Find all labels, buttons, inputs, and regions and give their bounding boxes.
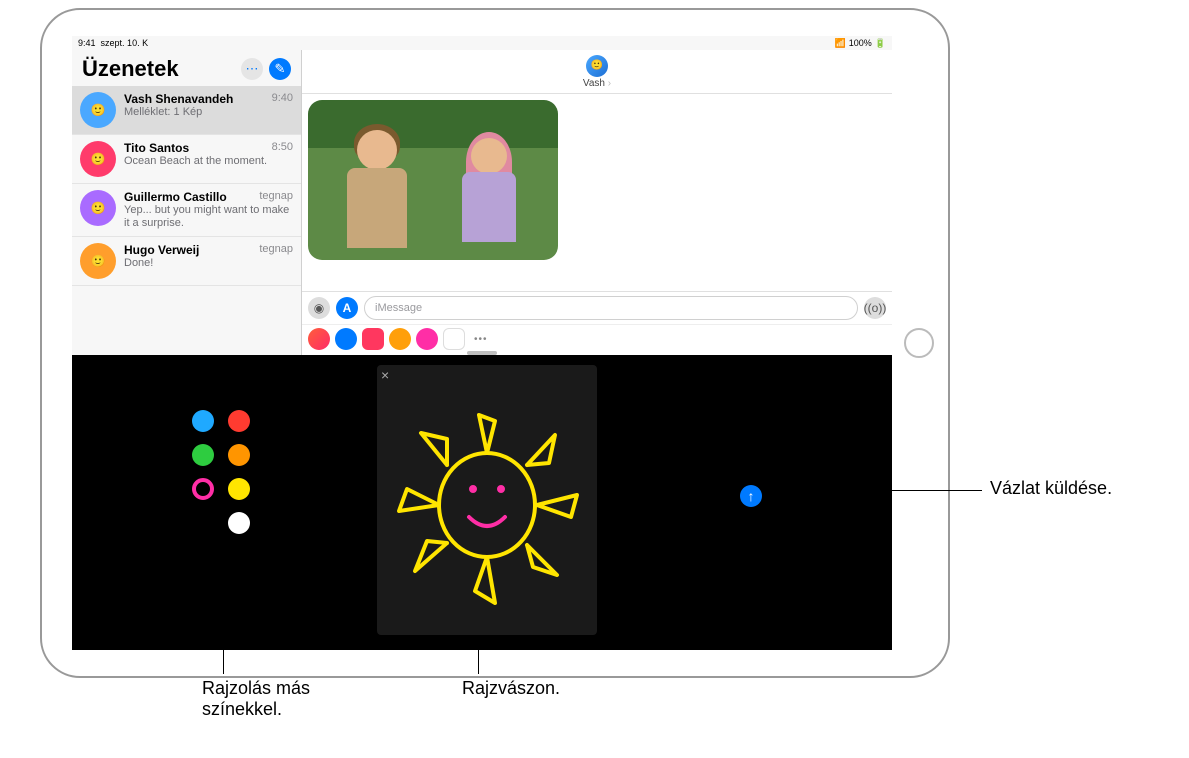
- close-icon[interactable]: ×: [381, 367, 389, 383]
- callout-line: [223, 598, 224, 674]
- compose-icon[interactable]: ✎: [269, 58, 291, 80]
- conversation-time: 8:50: [272, 141, 293, 155]
- drawer-app-icon[interactable]: [416, 328, 438, 350]
- photo-message[interactable]: [308, 100, 558, 260]
- conversation-item[interactable]: 🙂 Guillermo Castillo tegnap Yep... but yo…: [72, 184, 301, 237]
- avatar: 🙂: [80, 141, 116, 177]
- message-input-row: ◉ A iMessage ((o)): [302, 291, 892, 324]
- status-bar: 9:41 szept. 10. K 📶 100% 🔋: [72, 36, 892, 50]
- avatar: 🙂: [80, 92, 116, 128]
- conversation-list: 🙂 Vash Shenavandeh9:40 Melléklet: 1 Kép …: [72, 86, 301, 355]
- voice-icon[interactable]: ((o)): [864, 297, 886, 319]
- drawer-app-icon[interactable]: [389, 328, 411, 350]
- home-button[interactable]: [904, 328, 934, 358]
- send-button[interactable]: ↑: [740, 485, 762, 507]
- status-date: szept. 10. K: [101, 38, 149, 48]
- panel-handle[interactable]: [467, 351, 497, 355]
- drawer-app-icon[interactable]: [362, 328, 384, 350]
- sidebar: Üzenetek ⋯ ✎ 🙂 Vash Shenavandeh 9:40 Mell…: [72, 50, 302, 355]
- conversation-header[interactable]: 🙂 Vash: [302, 50, 892, 94]
- color-swatch-orange[interactable]: [228, 444, 250, 466]
- color-swatch-blue[interactable]: [192, 410, 214, 432]
- message-scroll[interactable]: [302, 94, 892, 291]
- conversation-item[interactable]: 🙂 Tito Santos 8:50 Ocean Beach at the mom…: [72, 135, 301, 184]
- drawing-canvas[interactable]: ×: [377, 365, 597, 635]
- message-input[interactable]: iMessage: [364, 296, 858, 320]
- conversation-item[interactable]: 🙂 Hugo Verweij tegnap Done!: [72, 237, 301, 286]
- camera-icon[interactable]: ◉: [308, 297, 330, 319]
- callout-send: Vázlat küldése.: [990, 478, 1112, 499]
- drawer-app-icon[interactable]: [308, 328, 330, 350]
- color-palette: [192, 410, 250, 534]
- ipad-frame: 9:41 szept. 10. K 📶 100% 🔋 Üzenetek ⋯ ✎: [40, 8, 950, 678]
- conversation-name: Guillermo Castillo: [124, 190, 227, 204]
- sidebar-title: Üzenetek: [82, 56, 179, 82]
- callout-colors: Rajzolás másszínekkel.: [202, 678, 310, 720]
- color-swatch-green[interactable]: [192, 444, 214, 466]
- digital-touch-panel: ×: [72, 355, 892, 650]
- callout-line: [478, 640, 479, 674]
- screen: 9:41 szept. 10. K 📶 100% 🔋 Üzenetek ⋯ ✎: [72, 36, 892, 650]
- more-icon[interactable]: ⋯: [241, 58, 263, 80]
- drawer-app-icon[interactable]: [443, 328, 465, 350]
- conversation-name: Hugo Verweij: [124, 243, 199, 257]
- avatar: 🙂: [80, 243, 116, 279]
- conversation-time: tegnap: [259, 190, 293, 204]
- conversation-time: 9:40: [272, 92, 293, 106]
- drawer-app-icon[interactable]: [335, 328, 357, 350]
- drawer-more-icon[interactable]: •••: [470, 334, 492, 345]
- conversation-preview: Yep... but you might want to make it a s…: [124, 204, 293, 230]
- contact-name: Vash: [583, 78, 611, 89]
- color-swatch-white[interactable]: [228, 512, 250, 534]
- conversation-preview: Done!: [124, 257, 293, 270]
- conversation-item[interactable]: 🙂 Vash Shenavandeh 9:40 Melléklet: 1 Kép: [72, 86, 301, 135]
- drawing-content: [377, 365, 597, 635]
- conversation-time: tegnap: [259, 243, 293, 257]
- conversation-preview: Ocean Beach at the moment.: [124, 155, 293, 168]
- conversation-preview: Melléklet: 1 Kép: [124, 106, 293, 119]
- conversation-main: 🙂 Vash ◉ A iMessage ((o)): [302, 50, 892, 355]
- contact-avatar: 🙂: [586, 55, 608, 77]
- status-time: 9:41: [78, 38, 96, 48]
- conversation-name: Tito Santos: [124, 141, 189, 155]
- appstore-icon[interactable]: A: [336, 297, 358, 319]
- conversation-name: Vash Shenavandeh: [124, 92, 233, 106]
- callout-line: [790, 490, 982, 491]
- app-drawer: •••: [302, 324, 892, 355]
- color-swatch-red[interactable]: [228, 410, 250, 432]
- color-swatch-yellow[interactable]: [228, 478, 250, 500]
- battery-percent: 100%: [849, 38, 872, 48]
- avatar: 🙂: [80, 190, 116, 226]
- wifi-icon: 📶: [835, 38, 846, 49]
- battery-icon: 🔋: [875, 38, 886, 49]
- color-swatch-pink[interactable]: [192, 478, 214, 500]
- callout-canvas: Rajzvászon.: [462, 678, 560, 699]
